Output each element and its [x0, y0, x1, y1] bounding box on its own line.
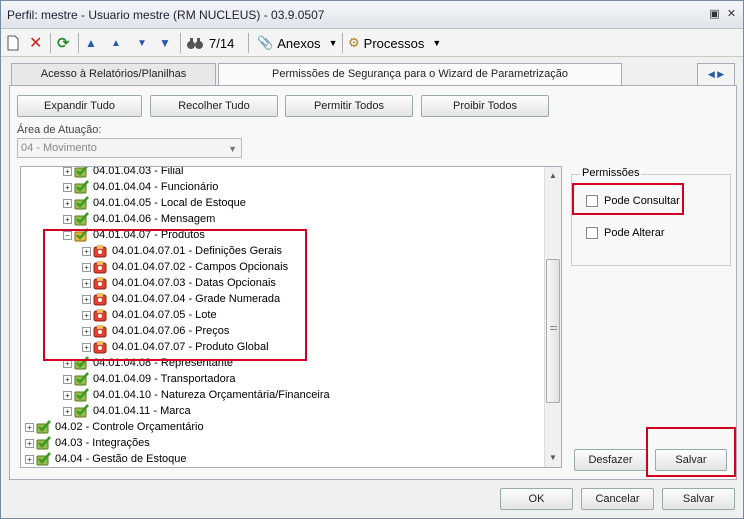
toolbar: ✕ ⟳ ▲ ▲ ▼ ▼ 7/14 📎 Anexos ▼ ⚙ Processos …	[1, 29, 743, 57]
deny-all-button[interactable]: Proibir Todos	[421, 95, 549, 117]
permission-granted-icon	[36, 436, 51, 450]
expand-node-icon[interactable]: +	[63, 214, 72, 224]
expand-node-icon[interactable]: +	[25, 438, 34, 448]
tree-row-label: 04.01.04.03 - Filial	[93, 166, 184, 177]
window-title: Perfil: mestre - Usuario mestre (RM NUCL…	[7, 8, 325, 22]
anexos-button[interactable]: 📎 Anexos ▼	[257, 33, 337, 53]
tree-row[interactable]: +04.01.04.11 - Marca	[63, 403, 191, 419]
permission-granted-icon	[36, 452, 51, 466]
undo-button[interactable]: Desfazer	[574, 449, 647, 471]
tree-scrollbar[interactable]: ▲ ▼	[544, 167, 561, 467]
scroll-down-icon[interactable]: ▼	[549, 453, 557, 462]
can-edit-checkbox[interactable]: Pode Alterar	[586, 227, 665, 239]
expand-node-icon[interactable]: +	[63, 198, 72, 208]
tree-row-label: 04.01.04.05 - Local de Estoque	[93, 197, 246, 209]
tree-row[interactable]: +04.03 - Integrações	[25, 435, 150, 451]
tree-row-label: 04.01.04.10 - Natureza Orçamentária/Fina…	[93, 389, 330, 401]
highlight-salvar	[646, 427, 736, 477]
highlight-pode-consultar	[572, 183, 684, 215]
expand-node-icon[interactable]: +	[63, 374, 72, 384]
area-label: Área de Atuação:	[17, 124, 102, 136]
tab-relatorios[interactable]: Acesso à Relatórios/Planilhas	[11, 63, 216, 85]
delete-icon[interactable]: ✕	[29, 33, 42, 53]
tree-row[interactable]: +04.01.04.06 - Mensagem	[63, 211, 215, 227]
expand-node-icon[interactable]: +	[63, 390, 72, 400]
collapse-all-button[interactable]: Recolher Tudo	[150, 95, 278, 117]
tree-row[interactable]: +04.01.04.05 - Local de Estoque	[63, 195, 246, 211]
area-select[interactable]: 04 - Movimento ▼	[17, 138, 242, 158]
scroll-up-icon[interactable]: ▲	[549, 171, 557, 180]
expand-node-icon[interactable]: +	[25, 422, 34, 432]
permission-granted-icon	[74, 180, 89, 194]
tab-strip: Acesso à Relatórios/Planilhas Permissões…	[9, 63, 737, 86]
permission-granted-icon	[74, 196, 89, 210]
permissions-title: Permissões	[580, 167, 642, 179]
highlight-produtos	[43, 229, 307, 361]
tree-row-label: 04.02 - Controle Orçamentário	[55, 421, 204, 433]
chevron-down-icon: ▼	[432, 38, 442, 48]
tree-row-label: 04.01.04.09 - Transportadora	[93, 373, 236, 385]
binoculars-icon[interactable]	[186, 33, 204, 53]
permission-granted-icon	[74, 212, 89, 226]
cancel-button[interactable]: Cancelar	[581, 488, 654, 510]
processos-button[interactable]: ⚙ Processos ▼	[348, 33, 441, 53]
allow-all-button[interactable]: Permitir Todos	[285, 95, 413, 117]
permission-granted-icon	[74, 388, 89, 402]
permission-granted-icon	[74, 167, 89, 178]
tab-scroll-arrows[interactable]: ◀ ▶	[697, 63, 735, 85]
last-record-icon[interactable]: ▼	[159, 33, 171, 53]
permission-granted-icon	[36, 420, 51, 434]
expand-node-icon[interactable]: +	[63, 182, 72, 192]
tree-row-label: 04.04 - Gestão de Estoque	[55, 453, 187, 465]
tree-row-label: 04.03 - Integrações	[55, 437, 150, 449]
tree-row-label: 04.01.04.11 - Marca	[93, 405, 191, 417]
title-bar: Perfil: mestre - Usuario mestre (RM NUCL…	[1, 1, 743, 29]
close-window-icon[interactable]: ✕	[724, 7, 739, 22]
new-icon[interactable]	[6, 33, 20, 53]
paperclip-icon: 📎	[257, 35, 274, 50]
permission-granted-icon	[74, 372, 89, 386]
tree-row-label: 04.01.04.04 - Funcionário	[93, 181, 219, 193]
tree-row[interactable]: +04.01.04.04 - Funcionário	[63, 179, 218, 195]
expand-all-button[interactable]: Expandir Tudo	[17, 95, 142, 117]
tab-permissoes-wizard[interactable]: Permissões de Segurança para o Wizard de…	[218, 63, 622, 86]
restore-icon[interactable]: ▣	[707, 7, 722, 22]
scroll-thumb[interactable]	[546, 259, 560, 403]
tree-row[interactable]: +04.04 - Gestão de Estoque	[25, 451, 186, 467]
tree-row[interactable]: +04.01.04.09 - Transportadora	[63, 371, 235, 387]
chevron-down-icon: ▼	[228, 144, 237, 154]
footer-save-button[interactable]: Salvar	[662, 488, 735, 510]
expand-node-icon[interactable]: +	[25, 454, 34, 464]
previous-record-icon[interactable]: ▲	[111, 33, 121, 53]
gears-icon: ⚙	[348, 35, 360, 50]
ok-button[interactable]: OK	[500, 488, 573, 510]
refresh-icon[interactable]: ⟳	[57, 33, 70, 53]
expand-node-icon[interactable]: +	[63, 167, 72, 176]
permission-granted-icon	[74, 404, 89, 418]
chevron-down-icon: ▼	[328, 38, 338, 48]
first-record-icon[interactable]: ▲	[85, 33, 97, 53]
tree-row[interactable]: +04.01.04.03 - Filial	[63, 166, 184, 179]
next-record-icon[interactable]: ▼	[137, 33, 147, 53]
tree-row[interactable]: +04.02 - Controle Orçamentário	[25, 419, 204, 435]
record-counter: 7/14	[209, 35, 235, 51]
dialog-window: Perfil: mestre - Usuario mestre (RM NUCL…	[0, 0, 744, 519]
tree-row[interactable]: +04.01.04.10 - Natureza Orçamentária/Fin…	[63, 387, 330, 403]
expand-node-icon[interactable]: +	[63, 406, 72, 416]
tree-row-label: 04.01.04.06 - Mensagem	[93, 213, 216, 225]
tab-panel: Expandir Tudo Recolher Tudo Permitir Tod…	[9, 85, 737, 480]
